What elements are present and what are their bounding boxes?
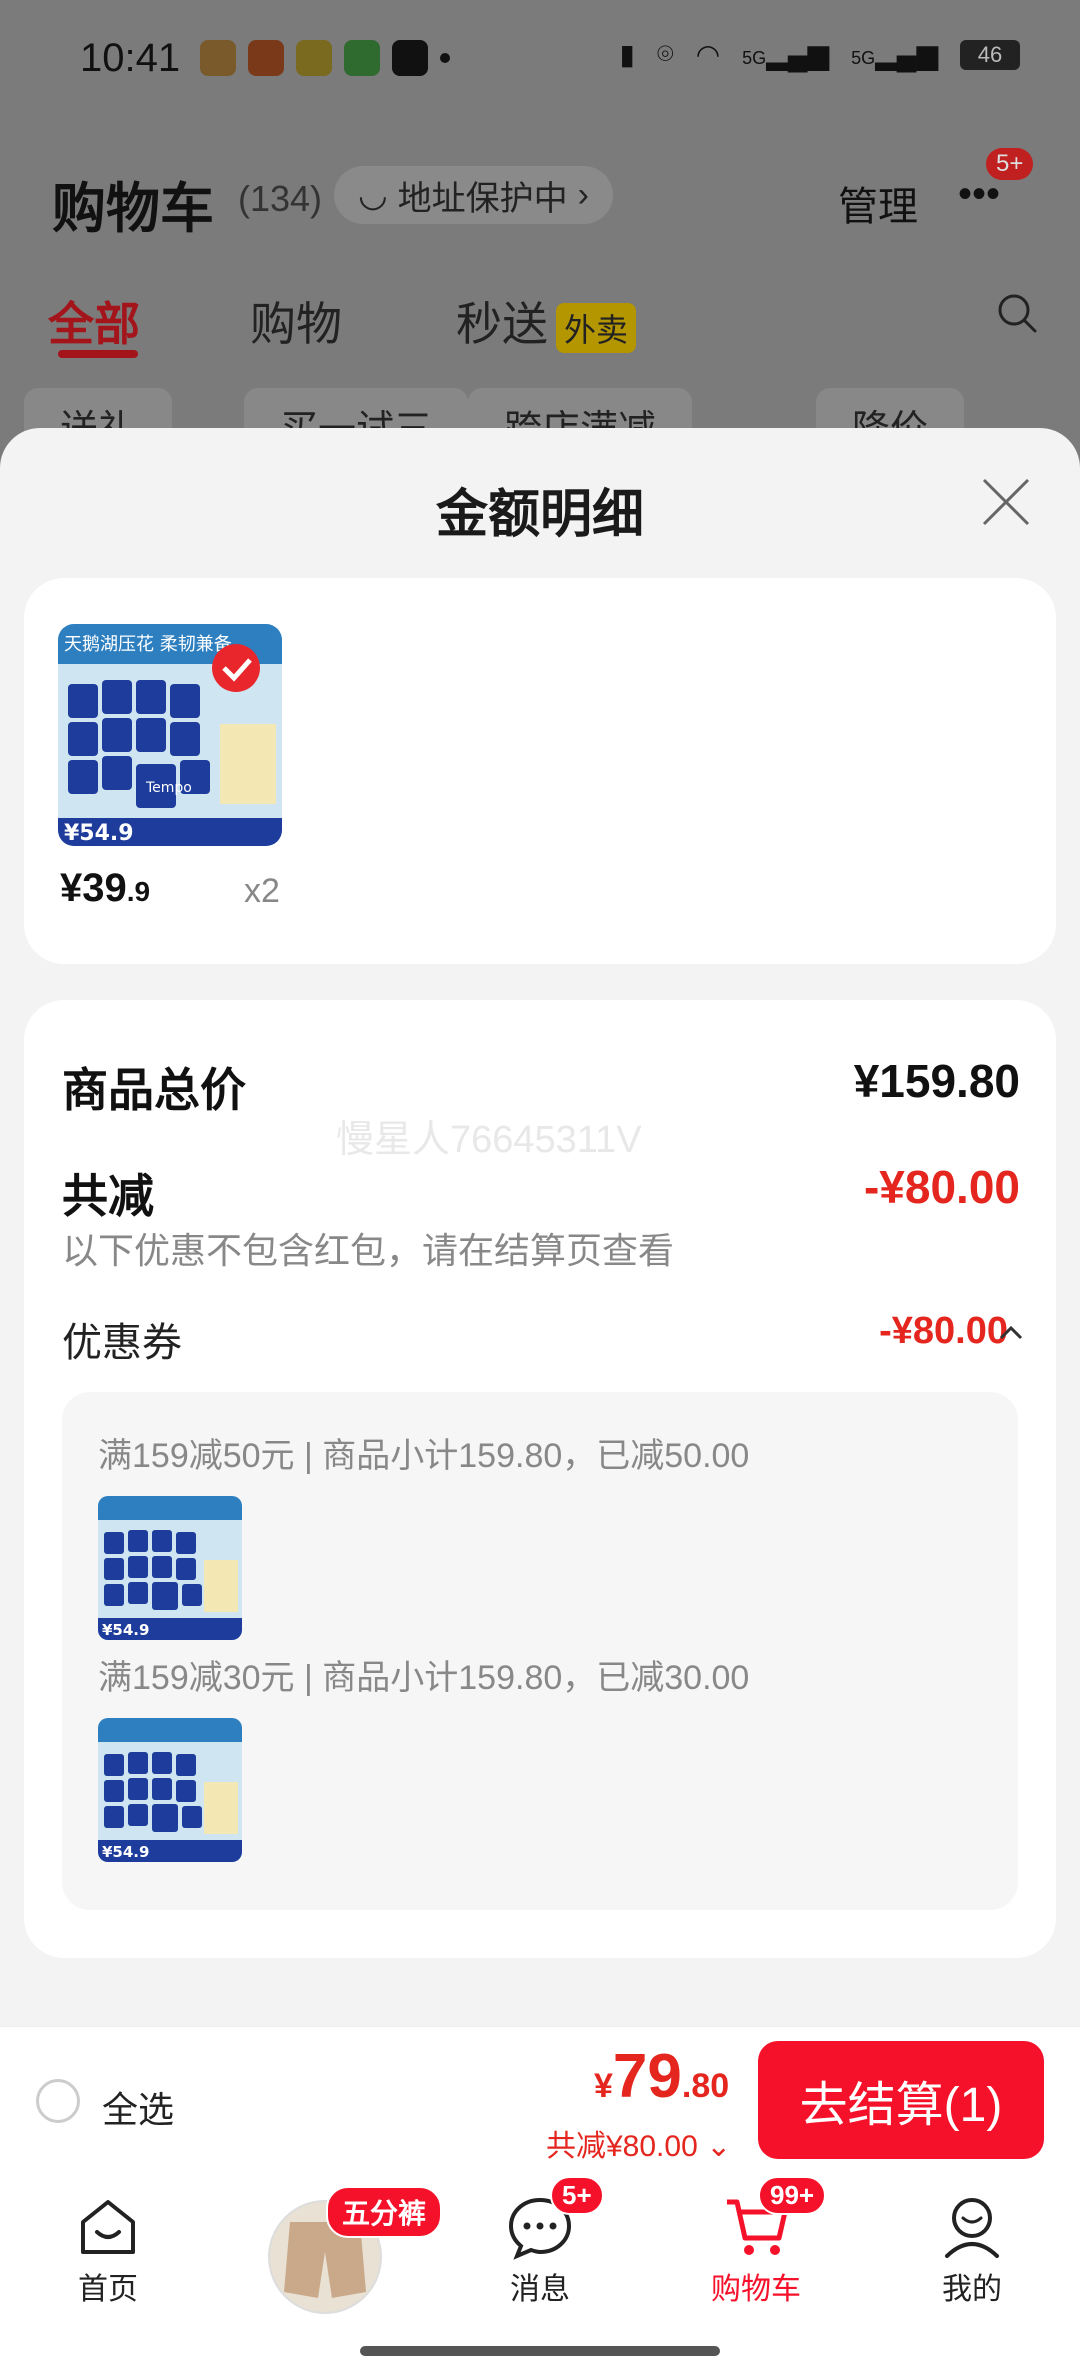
product-price: ¥39.9 xyxy=(60,866,150,911)
taobao-icon xyxy=(248,40,284,76)
vibrate-icon: ▮ xyxy=(619,39,635,70)
total-amount: ¥79.80 xyxy=(594,2041,729,2112)
thumb-title: 天鹅湖压花 柔韧兼备 xyxy=(64,634,232,655)
tab-delivery-tag: 外卖 xyxy=(556,302,637,353)
cart-title: 购物车 xyxy=(52,179,214,239)
address-protect-pill[interactable]: ◡ 地址保护中 › xyxy=(334,166,613,224)
signal-5g-label-2: 5G xyxy=(851,48,876,68)
product-thumbnail[interactable]: 天鹅湖压花 柔韧兼备 Tempo ¥54.9 xyxy=(58,624,282,846)
coupon-line-2: 满159减30元 | 商品小计159.80，已减30.00 xyxy=(98,1659,750,1697)
status-right: ▮ ⌾ ◠ 5G▂▄▆ 5G▂▄▆ 46 xyxy=(619,38,1020,71)
more-badge: 5+ xyxy=(986,148,1034,180)
total-dec: .80 xyxy=(681,2067,730,2105)
more-icon[interactable]: ••• xyxy=(958,172,1000,217)
signal-5g-label: 5G xyxy=(742,48,767,68)
coupon-line-1: 满159减50元 | 商品小计159.80，已减50.00 xyxy=(98,1437,750,1475)
coupon-value[interactable]: -¥80.00 xyxy=(879,1310,1008,1353)
more-dot-icon xyxy=(440,53,450,63)
status-time: 10:41 xyxy=(80,36,181,80)
total-discount-text: 共减¥80.00 xyxy=(546,2130,698,2163)
coupon-thumb-2[interactable]: ¥54.9 xyxy=(98,1718,242,1862)
wechat-icon xyxy=(344,40,380,76)
product-price-int: ¥39 xyxy=(60,866,127,910)
smile-icon: ◡ xyxy=(358,176,388,214)
app-icon-orange xyxy=(200,40,236,76)
home-icon xyxy=(81,2200,135,2254)
nav-me[interactable]: 我的 xyxy=(892,2192,1052,2308)
chevron-right-icon: › xyxy=(577,175,589,214)
search-icon[interactable] xyxy=(996,292,1038,334)
discount-value: -¥80.00 xyxy=(863,1161,1020,1213)
checkout-bar: 全选 ¥79.80 共减¥80.00 ⌄ 去结算(1) xyxy=(0,2026,1080,2177)
tab-shopping[interactable]: 购物 xyxy=(250,288,342,354)
tab-delivery-label: 秒送 xyxy=(456,298,548,350)
nav-cart-label: 购物车 xyxy=(711,2273,801,2306)
address-protect-label: 地址保护中 xyxy=(397,179,568,218)
app-icon-yellow xyxy=(296,40,332,76)
tab-all[interactable]: 全部 xyxy=(48,288,140,354)
background-page: 10:41 ▮ ⌾ ◠ 5G▂▄▆ 5G▂▄▆ 46 购物车 (134) ◡ 地… xyxy=(0,0,1080,438)
thumb-price: ¥54.9 xyxy=(64,821,134,846)
product-price-dec: .9 xyxy=(126,876,151,907)
discount-label: 共减 xyxy=(62,1170,154,1222)
nav-home-label: 首页 xyxy=(78,2273,138,2306)
home-indicator[interactable] xyxy=(360,2346,720,2356)
close-icon[interactable] xyxy=(980,476,1032,528)
price-summary-card: 商品总价 ¥159.80 慢星人76645311V 共减 -¥80.00 以下优… xyxy=(24,1000,1056,1958)
coupon-thumb-2-price: ¥54.9 xyxy=(102,1843,149,1861)
messages-badge: 5+ xyxy=(550,2176,604,2215)
thumb-brand: Tempo xyxy=(145,780,192,796)
tab-delivery[interactable]: 秒送 外卖 xyxy=(456,288,637,354)
tissue-product-image-small-2: ¥54.9 xyxy=(98,1718,242,1862)
total-int: 79 xyxy=(612,2042,682,2111)
coupon-thumb-1[interactable]: ¥54.9 xyxy=(98,1496,242,1640)
cart-header: 购物车 (134) ◡ 地址保护中 › 管理 ••• 5+ xyxy=(52,148,1034,240)
coupon-thumb-1-price: ¥54.9 xyxy=(102,1621,149,1639)
notification-icons xyxy=(200,40,450,76)
battery-icon: 46 xyxy=(960,39,1020,70)
cart-tabs: 全部 购物 秒送 外卖 xyxy=(48,288,1038,368)
location-icon: ⌾ xyxy=(656,38,674,69)
total-discount[interactable]: 共减¥80.00 ⌄ xyxy=(546,2121,731,2165)
tissue-product-image: 天鹅湖压花 柔韧兼备 Tempo ¥54.9 xyxy=(58,624,282,846)
coupon-detail-box: 满159减50元 | 商品小计159.80，已减50.00 ¥54.9 满159… xyxy=(62,1392,1018,1910)
cart-badge: 99+ xyxy=(758,2176,827,2215)
nav-messages-label: 消息 xyxy=(510,2273,570,2306)
sheet-title: 金额明细 xyxy=(435,486,644,544)
promo-badge: 五分裤 xyxy=(326,2186,443,2238)
coupon-label: 优惠券 xyxy=(62,1321,182,1365)
watermark: 慢星人76645311V xyxy=(336,1119,642,1161)
total-price-label: 商品总价 xyxy=(62,1064,246,1116)
discount-hint: 以下优惠不包含红包，请在结算页查看 xyxy=(62,1230,675,1271)
tissue-product-image-small: ¥54.9 xyxy=(98,1496,242,1640)
manage-button[interactable]: 管理 xyxy=(838,174,918,232)
profile-icon xyxy=(945,2198,999,2258)
bottom-nav: 首页 五分裤 消息 5+ 购物车 99+ 我的 xyxy=(0,2176,1080,2374)
nav-me-label: 我的 xyxy=(942,2273,1002,2306)
signal-5g-icon-2: 5G▂▄▆ xyxy=(851,39,938,70)
chevron-up-icon[interactable] xyxy=(998,1322,1024,1342)
chevron-down-icon: ⌄ xyxy=(706,2130,732,2163)
wifi-icon: ◠ xyxy=(695,39,721,70)
select-all-radio[interactable] xyxy=(36,2079,80,2123)
checkout-button[interactable]: 去结算(1) xyxy=(758,2041,1044,2159)
capcut-icon xyxy=(392,40,428,76)
signal-5g-icon: 5G▂▄▆ xyxy=(742,39,830,70)
nav-home[interactable]: 首页 xyxy=(28,2192,188,2308)
product-quantity: x2 xyxy=(244,872,280,910)
select-all-label[interactable]: 全选 xyxy=(102,2081,174,2133)
total-currency: ¥ xyxy=(594,2067,613,2105)
cart-count: (134) xyxy=(238,178,323,219)
total-price-value: ¥159.80 xyxy=(853,1055,1020,1107)
product-card: 天鹅湖压花 柔韧兼备 Tempo ¥54.9 ¥39.9 x2 xyxy=(24,578,1056,964)
tab-active-underline xyxy=(58,350,138,358)
status-bar: 10:41 ▮ ⌾ ◠ 5G▂▄▆ 5G▂▄▆ 46 xyxy=(0,0,1080,120)
